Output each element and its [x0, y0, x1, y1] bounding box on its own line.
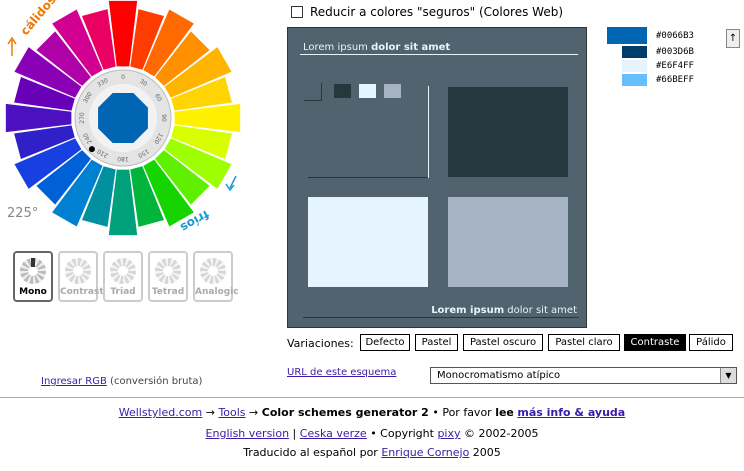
warm-label: cálidos	[18, 0, 59, 38]
translation-year: 2005	[469, 446, 501, 459]
rgb-input-note: (conversión bruta)	[106, 376, 203, 387]
scheme-triad-icon	[110, 258, 136, 284]
scheme-type-value: Monocromatismo atípico	[437, 370, 561, 381]
swatch-bright[interactable]	[622, 74, 647, 86]
chevron-down-icon[interactable]: ▼	[720, 368, 736, 383]
scheme-type-select[interactable]: Monocromatismo atípico ▼	[430, 367, 737, 384]
preview-title-bold: dolor sit amet	[371, 42, 451, 53]
variation-button[interactable]: Contraste	[624, 334, 686, 351]
breadcrumb-arrow: →	[202, 406, 219, 419]
scheme-url-link[interactable]: URL de este esquema	[287, 367, 396, 378]
swatch-label-base: #0066B3	[656, 31, 694, 41]
dial-tick-label: 0	[121, 74, 125, 81]
scheme-contrast-icon	[65, 258, 91, 284]
rgb-input-link[interactable]: Ingresar RGB	[41, 376, 107, 387]
preview-vertical-rule	[428, 86, 429, 178]
preview-block-light	[308, 197, 428, 287]
lee-text: lee	[495, 406, 514, 419]
translator-link[interactable]: Enrique Cornejo	[381, 446, 469, 459]
czech-version-link[interactable]: Ceska verze	[300, 427, 367, 440]
dial-tick-label: 180	[117, 155, 129, 162]
scheme-button-contrast[interactable]: Contrast	[58, 251, 104, 302]
preview-block-pale	[448, 197, 568, 287]
cold-arrow-icon	[225, 175, 237, 192]
footer-sep: • Por favor	[428, 406, 496, 419]
footer-divider	[0, 397, 744, 398]
preview-title-plain: Lorem ipsum	[303, 42, 372, 53]
mini-swatch-light	[359, 84, 376, 98]
rgb-input-row: Ingresar RGB (conversión bruta)	[41, 376, 202, 387]
pixy-link[interactable]: pixy	[437, 427, 460, 440]
preview-title: Lorem ipsum dolor sit amet	[303, 42, 450, 53]
swatch-label-dark: #003D6B	[656, 47, 694, 57]
copyright-text: • Copyright	[366, 427, 438, 440]
scheme-analogic-icon	[200, 258, 226, 284]
warm-arrow-icon	[7, 36, 17, 56]
color-wheel-graphic[interactable]: 0306090120150180210240270300330cálidosfr…	[0, 0, 250, 240]
selected-color-octagon	[98, 93, 148, 143]
hue-handle[interactable]	[88, 146, 95, 153]
wellstyled-link[interactable]: Wellstyled.com	[119, 406, 202, 419]
scheme-button-tetrad[interactable]: Tetrad	[148, 251, 188, 302]
translated-by-text: Traducido al español por	[243, 446, 382, 459]
scheme-button-label: Tetrad	[151, 287, 185, 297]
scheme-button-label: Analogic	[195, 287, 239, 297]
preview-footer-bold: Lorem ipsum	[431, 305, 505, 316]
color-wheel[interactable]: 0 30 60 90 120 150 180 210 240 270 300 330 cálidos fr…	[0, 0, 250, 240]
preview-horizontal-rule-dark	[308, 177, 428, 178]
preview-title-rule	[300, 54, 578, 55]
checkbox-box[interactable]	[291, 6, 303, 18]
breadcrumb-arrow: →	[245, 406, 262, 419]
scheme-preview: Lorem ipsum dolor sit amet Lorem ipsum d…	[287, 27, 587, 328]
english-version-link[interactable]: English version	[206, 427, 290, 440]
websafe-checkbox[interactable]: Reducir a colores "seguros" (Colores Web…	[291, 5, 563, 19]
mini-swatch-empty	[304, 83, 322, 101]
scheme-button-label: Mono	[19, 287, 47, 297]
dial-tick-label: 90	[160, 114, 167, 122]
variations-label: Variaciones:	[287, 337, 354, 350]
variation-button[interactable]: Pálido	[689, 334, 733, 351]
preview-footer-text: Lorem ipsum dolor sit amet	[431, 305, 577, 316]
copyright-years: © 2002-2005	[460, 427, 539, 440]
preview-block-dark	[448, 87, 568, 177]
scheme-button-label: Triad	[110, 287, 136, 297]
mini-swatch-pale	[384, 84, 401, 98]
scheme-tetrad-icon	[155, 258, 181, 284]
scheme-button-analogic[interactable]: Analogic	[193, 251, 239, 302]
swatch-dark[interactable]	[622, 46, 647, 58]
preview-footer-plain: dolor sit amet	[504, 305, 577, 316]
swatch-label-light: #E6F4FF	[656, 61, 694, 71]
swatch-light[interactable]	[622, 60, 647, 72]
footer-line-3: Traducido al español por Enrique Cornejo…	[0, 446, 744, 459]
mini-swatch-dark	[334, 84, 351, 98]
more-info-link[interactable]: más info & ayuda	[517, 406, 625, 419]
preview-footer-rule	[303, 317, 579, 318]
scheme-button-label: Contrast	[60, 287, 104, 297]
app-name: Color schemes generator 2	[261, 406, 429, 419]
scheme-button-triad[interactable]: Triad	[103, 251, 143, 302]
angle-readout: 225°	[7, 206, 39, 221]
footer-line-2: English version | Ceska verze • Copyrigh…	[0, 427, 744, 440]
dial-tick-label: 270	[79, 112, 86, 124]
tools-link[interactable]: Tools	[218, 406, 245, 419]
variation-button[interactable]: Pastel claro	[548, 334, 620, 351]
scheme-button-mono[interactable]: Mono	[13, 251, 53, 302]
websafe-label: Reducir a colores "seguros" (Colores Web…	[310, 5, 564, 19]
variation-button[interactable]: Pastel oscuro	[463, 334, 543, 351]
footer-bar: |	[289, 427, 300, 440]
swatch-label-bright: #66BEFF	[656, 75, 694, 85]
variation-button[interactable]: Defecto	[360, 334, 410, 351]
variation-button[interactable]: Pastel	[415, 334, 458, 351]
swatch-base[interactable]	[607, 27, 647, 44]
scheme-mono-icon	[20, 258, 46, 284]
scroll-up-arrow-icon[interactable]: ↑	[726, 29, 740, 48]
footer-line-1: Wellstyled.com → Tools → Color schemes g…	[0, 406, 744, 419]
